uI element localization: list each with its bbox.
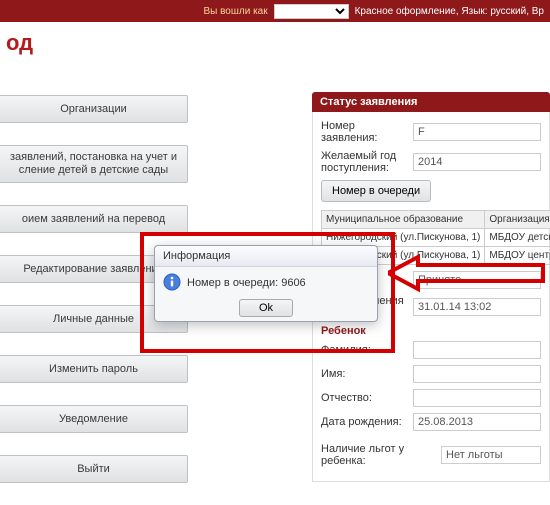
dialog-ok-button[interactable]: Ok <box>239 299 293 317</box>
cell-organization: МБДОУ центр развития ребенка-детски N <box>485 247 550 265</box>
panel-header: Статус заявления <box>312 92 550 112</box>
year-label: Желаемый год поступления: <box>321 150 413 174</box>
table-header-row: Муниципальное образование Организация <box>322 211 550 229</box>
queue-number-button[interactable]: Номер в очереди <box>321 180 431 202</box>
child-section-title: Ребенок <box>321 325 541 337</box>
birthdate-label: Дата рождения: <box>321 416 413 428</box>
login-select[interactable] <box>274 4 349 19</box>
patronymic-value <box>413 389 541 407</box>
cell-organization: МБДОУ детский сад комбинированного N <box>485 229 550 247</box>
app-number-label: Номер заявления: <box>321 120 413 144</box>
top-bar: Вы вошли как Красное оформление, Язык: р… <box>0 0 550 22</box>
status-date-value: 31.01.14 13:02 <box>413 298 541 316</box>
col-organization[interactable]: Организация <box>485 211 550 229</box>
table-row[interactable]: Нижегородский (ул.Пискунова, 1) МБДОУ де… <box>322 229 550 247</box>
dialog-title: Информация <box>155 246 377 267</box>
status-value: Принято <box>413 271 541 289</box>
login-prefix: Вы вошли как <box>203 6 267 17</box>
year-value: 2014 <box>413 153 541 171</box>
firstname-value <box>413 365 541 383</box>
sidebar-item-applications-queue[interactable]: заявлений, постановка на учет и сление д… <box>0 145 188 183</box>
birthdate-value: 25.08.2013 <box>413 413 541 431</box>
theme-language-note[interactable]: Красное оформление, Язык: русский, Вр <box>355 6 544 17</box>
app-number-value: F <box>413 123 541 141</box>
firstname-label: Имя: <box>321 368 413 380</box>
info-icon <box>163 273 187 294</box>
sidebar-item-change-password[interactable]: Изменить пароль <box>0 355 188 383</box>
dialog-message: Номер в очереди: 9606 <box>187 277 306 289</box>
sidebar-item-notification[interactable]: Уведомление <box>0 405 188 433</box>
benefits-label: Наличие льгот у ребенка: <box>321 443 441 467</box>
page-title: од <box>6 30 33 56</box>
lastname-label: Фамилия: <box>321 344 413 356</box>
info-dialog: Информация Номер в очереди: 9606 Ok <box>154 245 378 322</box>
cell-municipality: Нижегородский (ул.Пискунова, 1) <box>322 229 485 247</box>
sidebar-item-transfer[interactable]: оием заявлений на перевод <box>0 205 188 233</box>
benefits-value: Нет льготы <box>441 446 541 464</box>
col-municipality[interactable]: Муниципальное образование <box>322 211 485 229</box>
sidebar-item-organizations[interactable]: Организации <box>0 95 188 123</box>
patronymic-label: Отчество: <box>321 392 413 404</box>
sidebar-item-logout[interactable]: Выйти <box>0 455 188 483</box>
lastname-value <box>413 341 541 359</box>
